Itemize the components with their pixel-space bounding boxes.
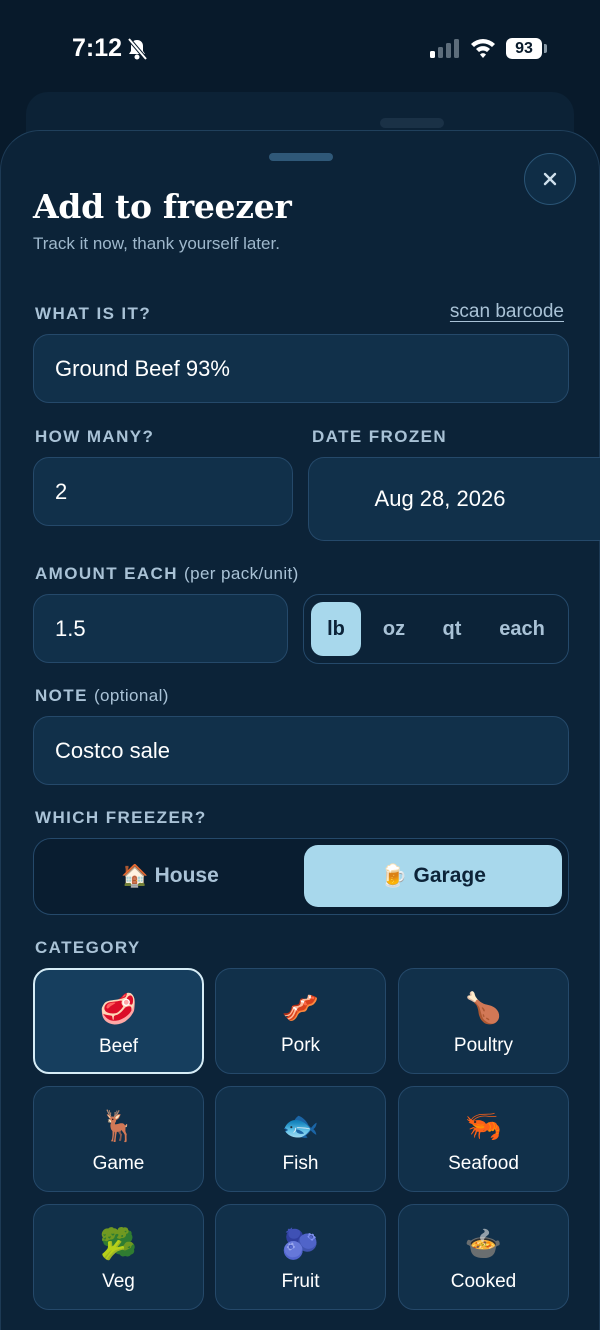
freezer-option-label: Garage xyxy=(413,864,486,887)
status-time: 7:12 xyxy=(72,34,123,62)
category-label-text: Cooked xyxy=(450,1271,517,1292)
category-fish[interactable]: 🐟 Fish xyxy=(215,1086,386,1192)
beer-mug-icon: 🍺 xyxy=(380,863,408,888)
category-pork[interactable]: 🥓 Pork xyxy=(215,968,386,1074)
amount-label: AMOUNT EACH (per pack/unit) xyxy=(35,564,299,584)
blueberries-icon: 🫐 xyxy=(281,1228,320,1261)
category-label-text: Beef xyxy=(98,1036,139,1057)
amount-value: 1.5 xyxy=(55,615,86,641)
close-icon xyxy=(543,172,557,186)
background-card-text xyxy=(380,118,444,128)
stew-pot-icon: 🍲 xyxy=(464,1228,503,1261)
unit-option-lb[interactable]: lb xyxy=(311,602,361,656)
sheet-grabber[interactable] xyxy=(269,153,333,161)
category-seafood[interactable]: 🦐 Seafood xyxy=(398,1086,569,1192)
category-label-text: Seafood xyxy=(448,1153,519,1174)
amount-label-hint: (per pack/unit) xyxy=(184,564,299,583)
house-icon: 🏠 xyxy=(121,863,149,888)
date-frozen-input[interactable]: Aug 28, 2026 xyxy=(308,457,600,541)
category-label-text: Poultry xyxy=(453,1035,514,1056)
category-label: CATEGORY xyxy=(35,938,141,957)
note-label: NOTE (optional) xyxy=(35,686,169,706)
freezer-option-label: House xyxy=(154,864,219,887)
item-name-value: Ground Beef 93% xyxy=(55,355,230,381)
category-label-text: Game xyxy=(92,1153,145,1174)
category-label-text: Veg xyxy=(102,1271,135,1292)
battery-nub xyxy=(544,44,547,53)
note-value: Costco sale xyxy=(55,737,170,763)
drumstick-icon: 🍗 xyxy=(464,992,503,1025)
fish-icon: 🐟 xyxy=(281,1110,320,1143)
sheet-title: Add to freezer xyxy=(33,187,292,226)
quantity-input[interactable]: 2 xyxy=(33,457,293,526)
note-label-hint: (optional) xyxy=(93,686,169,705)
status-bar: 7:12 93 xyxy=(0,0,600,96)
sheet-subtitle: Track it now, thank yourself later. xyxy=(33,234,280,253)
freezer-option-garage[interactable]: 🍺 Garage xyxy=(304,845,562,907)
category-veg[interactable]: 🥦 Veg xyxy=(33,1204,204,1310)
cell-signal-icon xyxy=(430,39,459,58)
wifi-icon xyxy=(471,39,495,58)
unit-option-each[interactable]: each xyxy=(488,602,556,656)
note-input[interactable]: Costco sale xyxy=(33,716,569,785)
unit-option-oz[interactable]: oz xyxy=(370,602,418,656)
category-fruit[interactable]: 🫐 Fruit xyxy=(215,1204,386,1310)
shrimp-icon: 🦐 xyxy=(464,1110,503,1143)
category-label-text: Fruit xyxy=(281,1271,320,1292)
unit-option-qt[interactable]: qt xyxy=(428,602,476,656)
freezer-selector: 🏠 House 🍺 Garage xyxy=(33,838,569,915)
broccoli-icon: 🥦 xyxy=(99,1228,138,1261)
quantity-value: 2 xyxy=(55,478,68,504)
note-label-text: NOTE xyxy=(35,686,88,705)
close-button[interactable] xyxy=(524,153,576,205)
date-frozen-label: DATE FROZEN xyxy=(312,427,448,446)
category-poultry[interactable]: 🍗 Poultry xyxy=(398,968,569,1074)
amount-label-text: AMOUNT EACH xyxy=(35,564,178,583)
bell-off-icon xyxy=(127,37,148,61)
how-many-label: HOW MANY? xyxy=(35,427,155,446)
bacon-icon: 🥓 xyxy=(281,992,320,1025)
freezer-option-house[interactable]: 🏠 House xyxy=(40,845,300,907)
category-beef[interactable]: 🥩 Beef xyxy=(33,968,204,1074)
deer-icon: 🦌 xyxy=(99,1110,138,1143)
category-cooked[interactable]: 🍲 Cooked xyxy=(398,1204,569,1310)
freezer-label: WHICH FREEZER? xyxy=(35,808,207,827)
category-label-text: Fish xyxy=(282,1153,319,1174)
add-to-freezer-sheet: Add to freezer Track it now, thank yours… xyxy=(0,130,600,1330)
date-frozen-value: Aug 28, 2026 xyxy=(374,486,506,511)
category-label-text: Pork xyxy=(280,1035,321,1056)
unit-selector: lb oz qt each xyxy=(303,594,569,664)
battery-level: 93 xyxy=(506,38,542,59)
what-label: WHAT IS IT? xyxy=(35,304,152,323)
item-name-input[interactable]: Ground Beef 93% xyxy=(33,334,569,403)
scan-barcode-link[interactable]: scan barcode xyxy=(450,301,564,323)
meat-icon: 🥩 xyxy=(99,993,138,1026)
category-game[interactable]: 🦌 Game xyxy=(33,1086,204,1192)
amount-input[interactable]: 1.5 xyxy=(33,594,288,663)
